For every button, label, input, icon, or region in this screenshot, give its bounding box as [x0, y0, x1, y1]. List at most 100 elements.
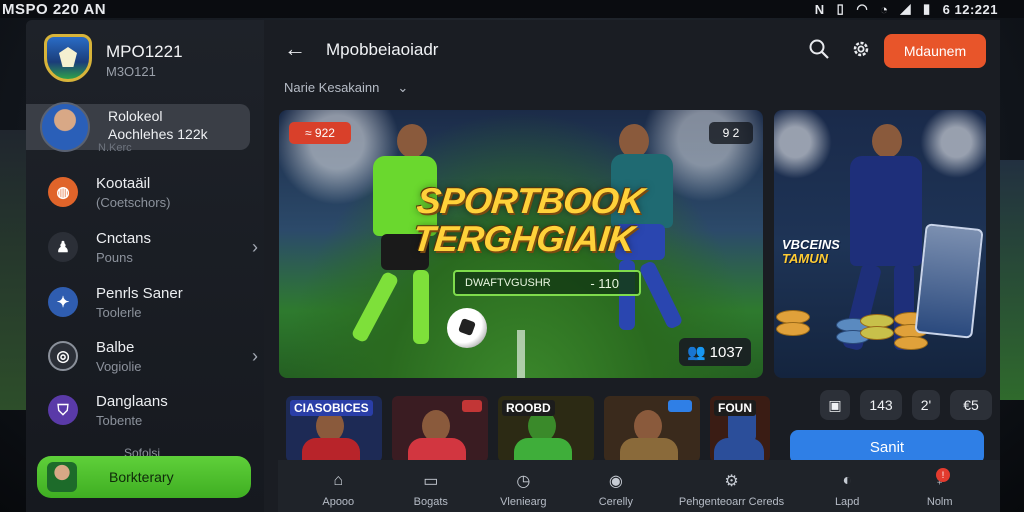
promo-label-line1: VBCEINS [782, 237, 840, 252]
crest-icon: ✦ [48, 287, 78, 317]
sidebar-item-label: Balbe [96, 338, 135, 356]
tab-nolm[interactable]: ♀ Nolm ! [893, 460, 986, 512]
ball-outline-icon: ◎ [48, 341, 78, 371]
odds-label: DWAFTVGUSHR [465, 277, 551, 289]
thumbnail-caption: FOUN [714, 400, 756, 416]
tab-label: Bogats [413, 496, 448, 508]
tab-lapd[interactable]: ◐ Lapd [801, 460, 894, 512]
background-right [1000, 160, 1024, 400]
thumbnail-card[interactable]: ROOBD [498, 396, 594, 462]
tab-cerelly[interactable]: ◉ Cerelly [570, 460, 663, 512]
active-account-label: Borkterary [109, 469, 174, 485]
background-left [0, 130, 26, 410]
shield-icon: ⛉ [48, 395, 78, 425]
bottom-nav: ⌂ Apooo ▭ Bogats ◷ Vleniearg ◉ Cerelly ⚙… [278, 460, 1000, 512]
notification-badge: ! [935, 468, 950, 482]
soccer-ball-icon [447, 308, 487, 348]
tab-label: Vleniearg [500, 496, 547, 508]
sidebar-item-balbe[interactable]: ◎ Balbe Vogiolie › [48, 334, 258, 378]
thumbnail-card[interactable]: FOUN [710, 396, 770, 462]
sidebar: MPO1221 M3O121 Rolokeol Aochlehes 122k N… [26, 20, 264, 512]
screen-icon: ▭ [423, 473, 439, 490]
send-button[interactable]: Sanit [790, 430, 984, 464]
wifi-icon: ◠ [856, 1, 869, 16]
sidebar-item-kootaail[interactable]: ◍ Kootaäil (Coetschors) [48, 170, 258, 214]
tab-home[interactable]: ⌂ Apooo [292, 460, 385, 512]
status-icons: N ▯ ◠ ◔ ◢ ▮ 6 12:221 [815, 1, 998, 17]
tab-cards[interactable]: ⚙ Pehgenteoarr Cereds [662, 460, 801, 512]
active-account-button[interactable]: Borkterary [37, 456, 251, 498]
globe-icon: ◐ [842, 472, 853, 489]
thumbnail-card[interactable] [604, 396, 700, 462]
sidebar-item-danglaans[interactable]: ⛉ Danglaans Tobente [48, 388, 258, 432]
wifi-icon-2: ◔ [880, 1, 889, 17]
viewers-count: 👥 1037 [679, 338, 751, 366]
coins-icon [776, 300, 928, 360]
hero-banner[interactable]: ≈ 922 9 2 SPORTBOOK TERGHGIAIK DWAFTVGUS… [279, 110, 763, 378]
stat-chip[interactable]: 143 [860, 390, 902, 420]
tab-vleniearg[interactable]: ◷ Vleniearg [477, 460, 570, 512]
thumbnail-badge [462, 400, 482, 412]
signal-icon: ◢ [900, 1, 912, 16]
tab-label: Apooo [322, 496, 355, 508]
ball-icon: ◍ [48, 177, 78, 207]
hero-title-line2: TERGHGIAIK [410, 218, 637, 259]
tab-label: Nolm [926, 496, 953, 508]
brand-title: MPO1221 [106, 42, 183, 61]
main-panel: ← Mpobbeiaoiadr Mdaunem Narie Kesakainn … [264, 20, 1000, 512]
home-icon: ⌂ [333, 472, 344, 489]
battery-icon: ▮ [923, 1, 931, 16]
profile-name: Rolokeol [108, 108, 163, 124]
hero-title-line1: SPORTBOOK [414, 180, 647, 221]
gear-icon[interactable] [850, 38, 872, 60]
odds-bar[interactable]: DWAFTVGUSHR - 110 [453, 270, 641, 296]
thumbnail-card[interactable]: CIASOBICES [286, 396, 382, 462]
status-clock: 6 12:221 [942, 1, 998, 17]
thumbnail-caption: CIASOBICES [290, 400, 373, 416]
status-bar: MSPO 220 AN N ▯ ◠ ◔ ◢ ▮ 6 12:221 [0, 0, 1024, 18]
ball-icon: ◉ [608, 473, 623, 490]
thumbnail-row: CIASOBICES ROOBD FOUN [286, 396, 770, 462]
sim-icon: ▯ [836, 1, 845, 16]
chevron-right-icon: › [252, 237, 258, 257]
n-icon: N [814, 1, 825, 17]
odds-value: - 110 [590, 275, 619, 291]
avatar [47, 462, 77, 492]
search-icon[interactable] [808, 38, 830, 60]
promo-label-line2: TAMUN [782, 251, 828, 266]
thumbnail-badge [668, 400, 692, 412]
chevron-right-icon: › [252, 346, 258, 366]
page-title: Mpobbeiaoiadr [326, 40, 439, 59]
stat-chip[interactable]: €5 [950, 390, 992, 420]
sidebar-item-label: Cnctans [96, 229, 152, 247]
stat-chip[interactable]: ▣ [820, 390, 850, 420]
people-icon: 👥 [686, 344, 706, 361]
chevron-down-icon: ⌄ [397, 80, 409, 95]
stat-chip[interactable]: 2' [912, 390, 940, 420]
sidebar-item-label: Danglaans [96, 392, 168, 410]
tab-label: Cerelly [598, 496, 633, 508]
pitch-line [517, 330, 525, 378]
brand[interactable]: MPO1221 M3O121 [44, 34, 183, 82]
brand-subtitle: M3O121 [106, 64, 156, 79]
thumbnail-caption: ROOBD [502, 400, 555, 416]
hero-tag-right: 9 2 [709, 122, 753, 144]
thumbnail-card[interactable] [392, 396, 488, 462]
player-card-icon [914, 223, 984, 339]
sidebar-item-cnctans[interactable]: ♟ Cnctans Pouns › [48, 225, 258, 269]
stats-row: ▣ 143 2' €5 [820, 390, 992, 420]
cards-icon: ⚙ [724, 473, 739, 490]
tab-bogats[interactable]: ▭ Bogats [385, 460, 478, 512]
profile-card[interactable]: Rolokeol Aochlehes 122k [26, 102, 250, 152]
sidebar-item-label: Kootaäil [96, 174, 151, 192]
topbar: ← Mpobbeiaoiadr Mdaunem [264, 20, 1000, 80]
back-arrow-icon[interactable]: ← [284, 36, 306, 62]
cta-button[interactable]: Mdaunem [884, 34, 986, 68]
players-icon: ♟ [48, 232, 78, 262]
promo-card[interactable]: VBCEINS TAMUN [774, 110, 986, 378]
viewers-count-value: 1037 [709, 343, 744, 361]
sidebar-item-penrls-saner[interactable]: ✦ Penrls Saner Toolerle [48, 280, 258, 324]
profile-sub: N.Kerc [98, 142, 132, 154]
tab-label: Lapd [834, 496, 860, 508]
filter-dropdown[interactable]: Narie Kesakainn ⌄ [284, 80, 408, 96]
